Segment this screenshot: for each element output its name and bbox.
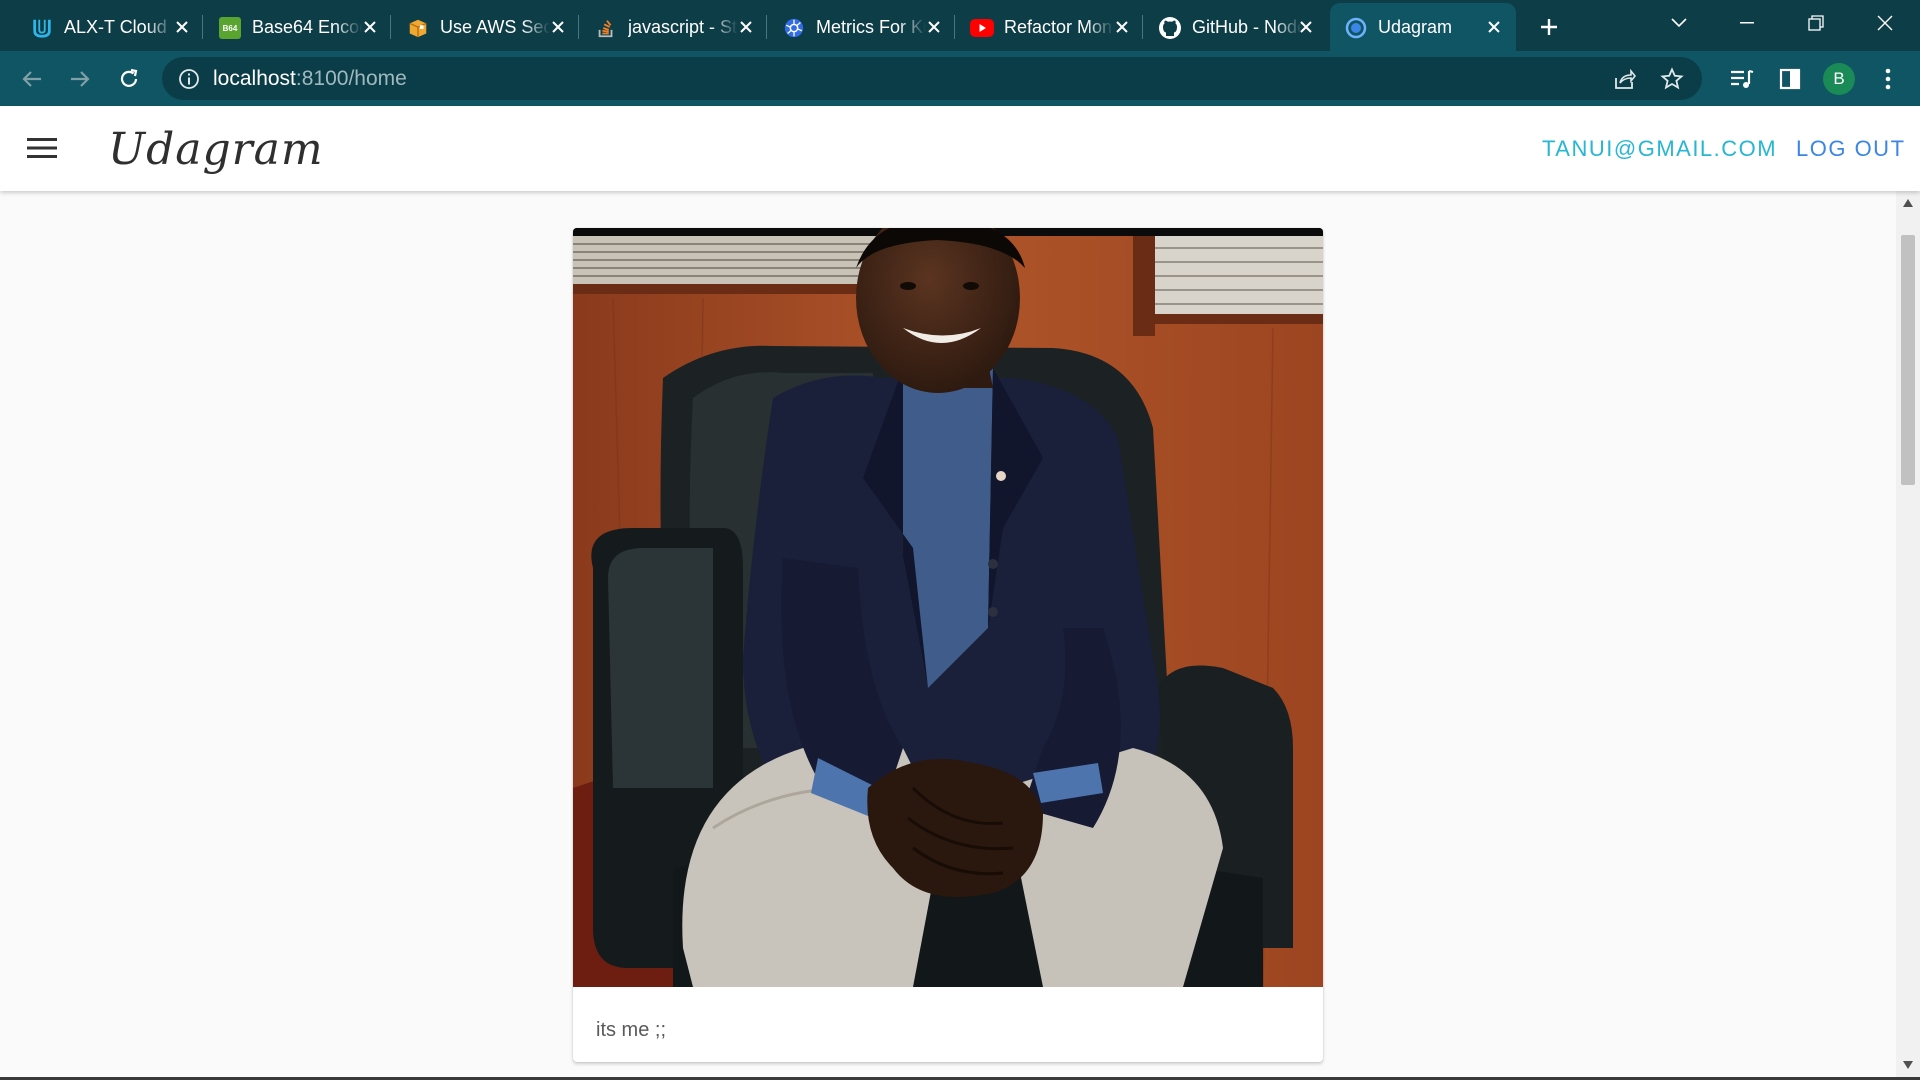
page-scrollbar[interactable] (1896, 191, 1920, 1080)
close-window-button[interactable] (1865, 8, 1905, 38)
scroll-up-arrow-icon[interactable] (1900, 195, 1916, 211)
tab-divider (390, 15, 391, 39)
profile-avatar[interactable]: B (1823, 63, 1855, 95)
browser-tab[interactable]: javascript - Stack (580, 3, 768, 51)
github-icon (1158, 16, 1182, 40)
browser-tab[interactable]: GitHub - Node (1144, 3, 1328, 51)
more-menu-icon[interactable] (1872, 63, 1904, 95)
browser-tab[interactable]: Refactor Monolith (956, 3, 1144, 51)
tab-search-chevron-icon[interactable] (1659, 8, 1699, 38)
close-tab-icon[interactable] (170, 15, 194, 39)
browser-tab-active[interactable]: Udagram (1330, 3, 1516, 51)
url-text[interactable]: localhost:8100/home (213, 68, 407, 90)
close-tab-icon[interactable] (546, 15, 570, 39)
browser-tab[interactable]: B64 Base64 Encode (204, 3, 392, 51)
logout-button[interactable]: LOG OUT (1796, 136, 1906, 162)
minimize-window-button[interactable] (1727, 8, 1767, 38)
close-tab-icon[interactable] (1482, 15, 1506, 39)
tab-title: Use AWS Secrets (440, 17, 550, 37)
scrollbar-thumb[interactable] (1901, 235, 1915, 485)
tab-title: Udagram (1378, 17, 1453, 37)
tab-divider (766, 15, 767, 39)
site-info-icon[interactable] (178, 68, 200, 90)
bookmark-star-icon[interactable] (1659, 66, 1685, 92)
browser-tab-strip: ALX-T Cloud DevOps B64 Base64 Encode Use… (0, 0, 1920, 51)
tab-divider (578, 15, 579, 39)
feed-item-caption: its me ;; (596, 1019, 667, 1041)
user-email-link[interactable]: TANUI@GMAIL.COM (1542, 136, 1777, 162)
kubernetes-icon (782, 16, 806, 40)
browser-toolbar: localhost:8100/home (0, 51, 1920, 106)
feed-content: its me ;; (0, 191, 1896, 1080)
b64-icon: B64 (218, 16, 242, 40)
browser-tab[interactable]: ALX-T Cloud DevOps (16, 3, 204, 51)
forward-button[interactable] (64, 63, 96, 95)
tab-title: ALX-T Cloud DevOps (64, 17, 174, 37)
tab-title: javascript - Stack (628, 17, 738, 37)
browser-tab[interactable]: Metrics For Kubernetes (768, 3, 956, 51)
share-icon[interactable] (1611, 66, 1637, 92)
tab-title: Base64 Encode (252, 17, 362, 37)
media-controls-icon[interactable] (1726, 63, 1758, 95)
feed-item-photo[interactable] (573, 228, 1323, 987)
tab-title: Refactor Monolith (1004, 17, 1114, 37)
close-tab-icon[interactable] (1294, 15, 1318, 39)
new-tab-button[interactable] (1534, 12, 1564, 42)
scroll-down-arrow-icon[interactable] (1900, 1057, 1916, 1073)
menu-hamburger-icon[interactable] (24, 132, 60, 164)
tab-divider (954, 15, 955, 39)
youtube-icon (970, 16, 994, 40)
close-tab-icon[interactable] (922, 15, 946, 39)
app-header: Udagram TANUI@GMAIL.COM LOG OUT (0, 106, 1920, 191)
chrome-loading-icon (1344, 16, 1368, 40)
app-brand-logo[interactable]: Udagram (108, 124, 324, 176)
aws-box-icon (406, 16, 430, 40)
tab-title: GitHub - Node (1192, 17, 1302, 37)
close-tab-icon[interactable] (358, 15, 382, 39)
udacity-icon (30, 16, 54, 40)
tab-divider (202, 15, 203, 39)
close-tab-icon[interactable] (1110, 15, 1134, 39)
tab-divider (1142, 15, 1143, 39)
tab-title: Metrics For Kubernetes (816, 17, 926, 37)
feed-item-card[interactable]: its me ;; (573, 228, 1323, 1062)
stackoverflow-icon (594, 16, 618, 40)
reload-button[interactable] (113, 63, 145, 95)
address-bar[interactable]: localhost:8100/home (162, 57, 1702, 100)
browser-tab[interactable]: Use AWS Secrets (392, 3, 580, 51)
close-tab-icon[interactable] (734, 15, 758, 39)
back-button[interactable] (16, 63, 48, 95)
restore-window-button[interactable] (1796, 8, 1836, 38)
side-panel-icon[interactable] (1774, 63, 1806, 95)
